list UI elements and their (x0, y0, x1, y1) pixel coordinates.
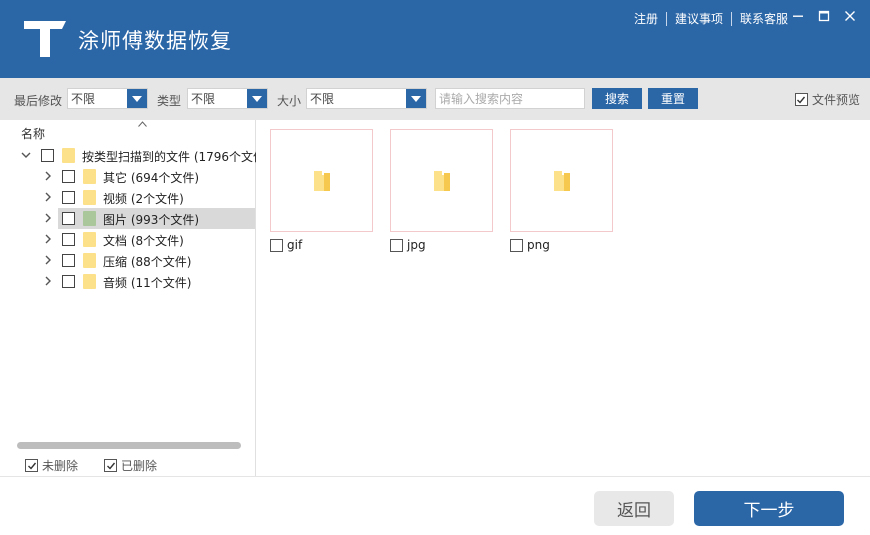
file-name: gif (287, 238, 303, 252)
folder-icon (433, 170, 450, 191)
chevron-right-icon[interactable] (43, 234, 53, 244)
tree-item-other[interactable]: 其它 (694个文件) (0, 166, 255, 187)
file-tile-jpg[interactable] (390, 129, 493, 232)
file-name: jpg (407, 238, 426, 252)
tree-item-label: 其它 (694个文件) (103, 171, 200, 185)
folder-icon (83, 169, 96, 184)
search-button[interactable]: 搜索 (592, 88, 642, 109)
folder-icon (553, 170, 570, 191)
maximize-icon[interactable] (816, 8, 832, 24)
file-checkbox[interactable] (510, 238, 523, 252)
top-links: 注册 建议事项 联系客服 (634, 10, 788, 27)
filter-bar: 最后修改 不限 类型 不限 大小 不限 搜索 重置 文件预览 (0, 78, 870, 120)
divider (665, 11, 667, 26)
modified-filter-value: 不限 (71, 92, 96, 106)
tree-item-checkbox[interactable] (62, 212, 75, 225)
size-filter-label: 大小 (277, 94, 302, 108)
tree-item-checkbox[interactable] (62, 170, 75, 183)
folder-icon (83, 232, 96, 247)
file-item-gif[interactable]: gif (270, 238, 302, 252)
tree-item-checkbox[interactable] (62, 233, 75, 246)
folder-icon (62, 148, 75, 163)
chevron-right-icon[interactable] (43, 192, 53, 202)
back-button[interactable]: 返回 (594, 491, 674, 526)
tree-item-label: 音频 (11个文件) (103, 276, 192, 290)
file-name: png (527, 238, 550, 252)
deleted-label: 已删除 (121, 459, 158, 473)
next-step-button[interactable]: 下一步 (694, 491, 844, 526)
tree-item-audio[interactable]: 音频 (11个文件) (0, 271, 255, 292)
window-controls (790, 8, 858, 24)
tree-item-checkbox[interactable] (62, 254, 75, 267)
app-title: 涂师傅数据恢复 (78, 29, 232, 53)
search-input[interactable] (435, 88, 585, 109)
chevron-down-icon[interactable] (247, 89, 267, 108)
tree-item-label: 视频 (2个文件) (103, 192, 184, 206)
not-deleted-label: 未删除 (42, 459, 79, 473)
tree-item-checkbox[interactable] (62, 191, 75, 204)
folder-icon (83, 253, 96, 268)
chevron-right-icon[interactable] (43, 276, 53, 286)
tree-item-checkbox[interactable] (62, 275, 75, 288)
chevron-down-icon[interactable] (21, 150, 31, 160)
chevron-down-icon[interactable] (406, 89, 426, 108)
contact-support-link[interactable]: 联系客服 (740, 10, 788, 27)
size-filter-select[interactable]: 不限 (306, 88, 427, 109)
tree-item-label: 压缩 (88个文件) (103, 255, 192, 269)
tree-root-row[interactable]: 按类型扫描到的文件 (1796个文件) (0, 145, 256, 166)
chevron-down-icon[interactable] (127, 89, 147, 108)
sort-ascending-icon[interactable] (138, 120, 147, 130)
chevron-right-icon[interactable] (43, 171, 53, 181)
modified-filter-label: 最后修改 (14, 94, 63, 108)
reset-button[interactable]: 重置 (648, 88, 698, 109)
checkbox-checked[interactable] (25, 459, 38, 472)
deletion-status-filters: 未删除 已删除 (25, 457, 157, 474)
tree-item-images[interactable]: 图片 (993个文件) (45, 208, 255, 229)
title-bar: 涂师傅数据恢复 注册 建议事项 联系客服 (0, 0, 870, 78)
name-column-header[interactable]: 名称 (21, 125, 45, 142)
file-item-png[interactable]: png (510, 238, 550, 252)
file-checkbox[interactable] (390, 238, 403, 252)
file-preview-toggle[interactable]: 文件预览 (794, 91, 860, 108)
file-tile-gif[interactable] (270, 129, 373, 232)
checkbox-checked[interactable] (794, 93, 808, 106)
divider (730, 11, 732, 26)
app-logo-icon (24, 21, 66, 57)
close-icon[interactable] (842, 8, 858, 24)
tree-item-archives[interactable]: 压缩 (88个文件) (0, 250, 255, 271)
size-filter-value: 不限 (310, 92, 335, 106)
type-filter-select[interactable]: 不限 (187, 88, 268, 109)
feedback-link[interactable]: 建议事项 (675, 10, 723, 27)
register-link[interactable]: 注册 (634, 10, 658, 27)
file-checkbox[interactable] (270, 238, 283, 252)
footer-bar: 返回 下一步 (0, 476, 870, 535)
not-deleted-toggle[interactable]: 未删除 (25, 457, 78, 474)
minimize-icon[interactable] (790, 8, 806, 24)
horizontal-scrollbar[interactable] (17, 442, 241, 449)
tree-item-label: 图片 (993个文件) (103, 213, 200, 227)
type-filter-value: 不限 (191, 92, 216, 106)
tree-item-documents[interactable]: 文档 (8个文件) (0, 229, 255, 250)
folder-icon (83, 190, 96, 205)
folder-icon (313, 170, 330, 191)
modified-filter-select[interactable]: 不限 (67, 88, 148, 109)
tree-item-video[interactable]: 视频 (2个文件) (0, 187, 255, 208)
tree-root-label: 按类型扫描到的文件 (1796个文件) (82, 150, 256, 164)
type-filter-label: 类型 (157, 94, 182, 108)
file-preview-label: 文件预览 (811, 93, 860, 107)
folder-icon (83, 274, 96, 289)
file-tile-png[interactable] (510, 129, 613, 232)
checkbox-checked[interactable] (104, 459, 118, 472)
file-item-jpg[interactable]: jpg (390, 238, 426, 252)
folder-icon (83, 211, 96, 226)
tree-root-checkbox[interactable] (41, 149, 54, 162)
chevron-right-icon[interactable] (43, 255, 53, 265)
chevron-right-icon[interactable] (43, 213, 53, 223)
deleted-toggle[interactable]: 已删除 (104, 457, 157, 474)
tree-item-label: 文档 (8个文件) (103, 234, 184, 248)
file-type-tree-panel: 名称 按类型扫描到的文件 (1796个文件) 其它 (694个文件) 视频 (2… (0, 120, 256, 476)
file-grid: gif jpg png (257, 120, 870, 476)
